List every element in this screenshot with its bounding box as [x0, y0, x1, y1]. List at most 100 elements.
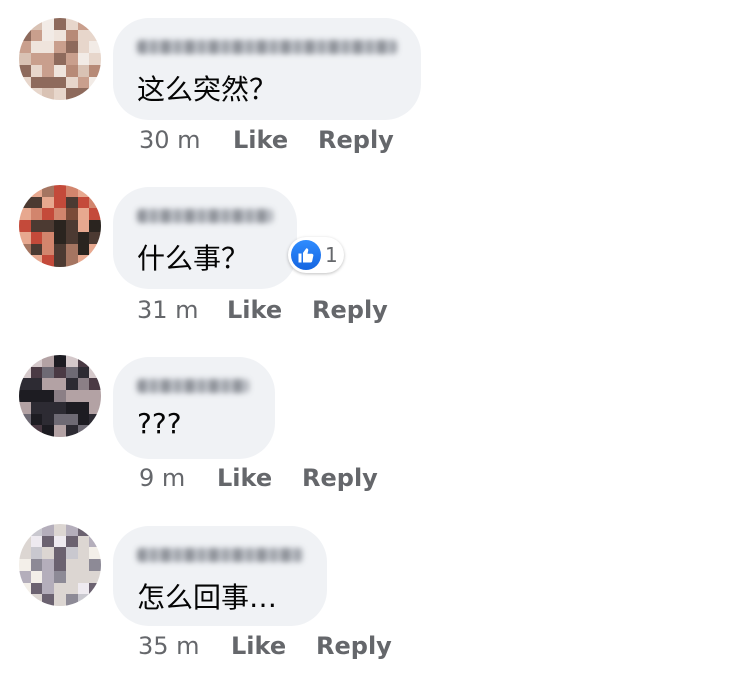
commenter-avatar[interactable] [19, 355, 101, 437]
avatar-pixel [42, 390, 55, 402]
avatar-pixel [89, 594, 101, 606]
avatar-pixel [77, 64, 90, 77]
commenter-avatar[interactable] [19, 18, 101, 100]
avatar-pixel [42, 29, 55, 42]
avatar-pixel [77, 76, 90, 89]
blurred-commenter-name[interactable] [137, 379, 249, 393]
like-button[interactable]: Like [233, 126, 288, 154]
avatar-pixel [77, 413, 90, 426]
avatar-pixel [65, 29, 78, 42]
avatar-pixel [30, 29, 43, 42]
avatar-pixel [19, 220, 31, 232]
avatar-pixel [65, 185, 78, 197]
avatar-pixel [54, 64, 66, 77]
avatar-pixel [89, 76, 101, 89]
avatar-pixel [42, 53, 55, 65]
avatar-pixel [54, 425, 66, 437]
avatar-pixel [89, 524, 101, 536]
comment-timestamp[interactable]: 35 m [138, 632, 200, 660]
comment-bubble: 这么突然？ [113, 18, 421, 120]
reaction-badge[interactable]: 1 [288, 237, 344, 273]
avatar-pixel [77, 582, 90, 595]
avatar-pixel [19, 196, 31, 209]
comment-timestamp[interactable]: 30 m [139, 126, 201, 154]
avatar-pixel [54, 220, 66, 232]
avatar-pixel [19, 425, 31, 437]
avatar-pixel [65, 64, 78, 77]
avatar-pixel [65, 378, 78, 391]
avatar-pixel [77, 255, 90, 267]
avatar-pixel [42, 594, 55, 606]
avatar-pixel [77, 53, 90, 65]
avatar-pixel [65, 231, 78, 244]
commenter-avatar[interactable] [19, 185, 101, 267]
avatar-pixel [89, 53, 101, 65]
avatar-pixel [89, 196, 101, 209]
avatar-pixel [77, 243, 90, 256]
avatar-pixel [89, 208, 101, 221]
avatar-pixel [65, 401, 78, 414]
avatar-pixel [19, 570, 31, 583]
comment-text: 怎么回事… [137, 581, 278, 614]
avatar-pixel [77, 594, 90, 606]
avatar-pixel [19, 535, 31, 548]
avatar-pixel [77, 425, 90, 437]
avatar-pixel [42, 243, 55, 256]
avatar-pixel [89, 255, 101, 267]
avatar-pixel [89, 185, 101, 197]
commenter-avatar[interactable] [19, 524, 101, 606]
avatar-pixel [19, 594, 31, 606]
avatar-pixel [89, 18, 101, 30]
avatar-pixel [19, 88, 31, 100]
avatar-pixel [42, 18, 55, 30]
avatar-pixel [30, 255, 43, 267]
avatar-pixel [65, 76, 78, 89]
avatar-pixel [30, 524, 43, 536]
avatar-pixel [89, 559, 101, 571]
avatar-pixel [30, 547, 43, 560]
avatar-pixel [42, 570, 55, 583]
avatar-pixel [42, 231, 55, 244]
avatar-pixel [19, 355, 31, 367]
avatar-pixel [42, 425, 55, 437]
avatar-pixel [77, 355, 90, 367]
like-button[interactable]: Like [227, 296, 282, 324]
avatar-pixel [65, 88, 78, 100]
avatar-pixel [65, 18, 78, 30]
avatar-pixel [54, 41, 66, 54]
reply-button[interactable]: Reply [312, 296, 388, 324]
avatar-pixel [30, 88, 43, 100]
avatar-pixel [54, 18, 66, 30]
avatar-pixel [54, 390, 66, 402]
like-button[interactable]: Like [217, 464, 272, 492]
avatar-pixel [30, 18, 43, 30]
reply-button[interactable]: Reply [318, 126, 394, 154]
avatar-pixel [42, 547, 55, 560]
blurred-commenter-name[interactable] [137, 548, 303, 562]
avatar-pixel [19, 29, 31, 42]
avatar-pixel [89, 378, 101, 391]
avatar-pixel [65, 355, 78, 367]
avatar-pixel [54, 208, 66, 221]
avatar-pixel [19, 401, 31, 414]
avatar-pixel [54, 29, 66, 42]
avatar-pixel [42, 88, 55, 100]
avatar-pixel [54, 401, 66, 414]
blurred-commenter-name[interactable] [137, 40, 397, 54]
avatar-pixel [77, 547, 90, 560]
comment-text: 什么事？ [137, 242, 250, 275]
like-button[interactable]: Like [231, 632, 286, 660]
avatar-pixel [89, 401, 101, 414]
avatar-pixel [30, 208, 43, 221]
avatar-pixel [65, 582, 78, 595]
reply-button[interactable]: Reply [316, 632, 392, 660]
comment-timestamp[interactable]: 31 m [137, 296, 199, 324]
avatar-pixel [65, 535, 78, 548]
avatar-pixel [19, 559, 31, 571]
avatar-pixel [65, 547, 78, 560]
avatar-pixel [30, 582, 43, 595]
comment-timestamp[interactable]: 9 m [139, 464, 185, 492]
reply-button[interactable]: Reply [302, 464, 378, 492]
blurred-commenter-name[interactable] [137, 209, 273, 223]
avatar-pixel [65, 425, 78, 437]
